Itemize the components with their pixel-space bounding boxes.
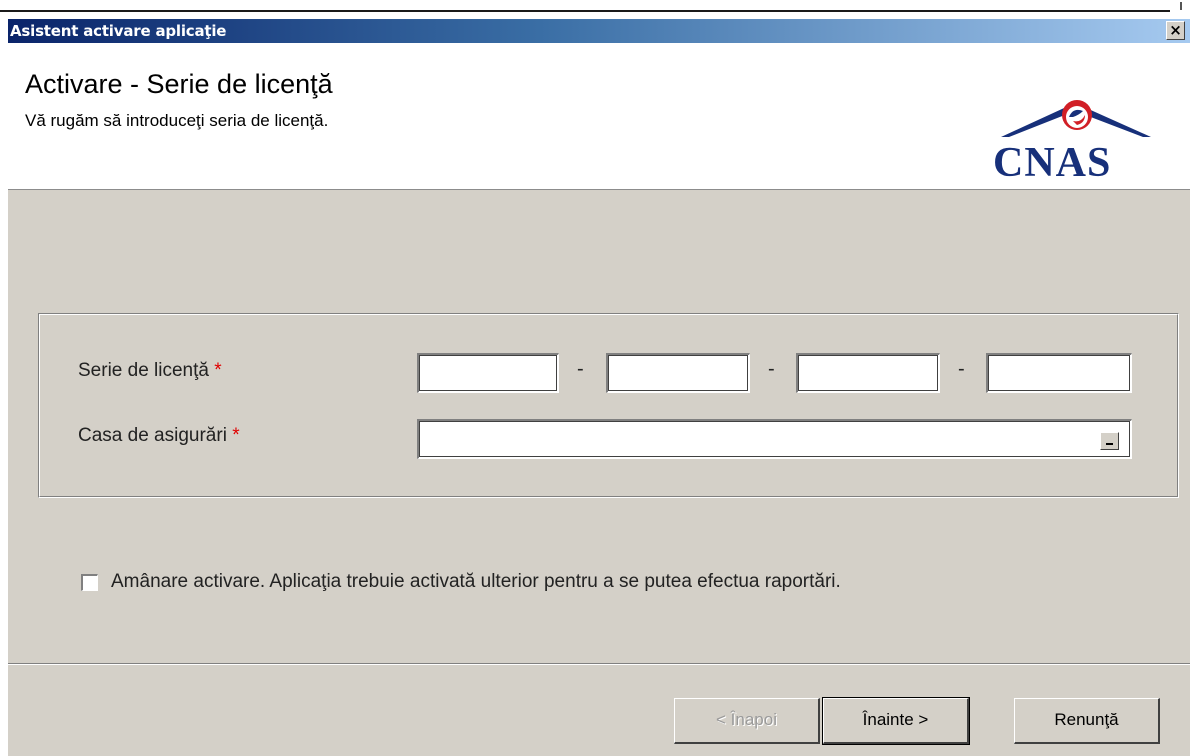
title-bar[interactable]: Asistent activare aplicaţie × xyxy=(8,19,1190,43)
casa-dropdown-button[interactable] xyxy=(1100,432,1119,450)
license-separator-3: - xyxy=(958,358,965,380)
close-icon: × xyxy=(1169,21,1182,39)
window-title: Asistent activare aplicaţie xyxy=(10,22,227,40)
license-field-1[interactable] xyxy=(417,353,559,393)
cancel-button-label: Renunţă xyxy=(1054,710,1119,729)
license-separator-2: - xyxy=(768,358,775,380)
license-label: Serie de licenţă * xyxy=(78,360,222,382)
dropdown-icon xyxy=(1106,443,1113,445)
footer-separator xyxy=(8,663,1190,665)
top-edge-line xyxy=(0,10,1170,12)
page-subtitle: Vă rugăm să introduceţi seria de licenţă… xyxy=(25,111,329,130)
activation-wizard-window: Asistent activare aplicaţie × Activare -… xyxy=(8,19,1190,756)
page-title: Activare - Serie de licenţă xyxy=(25,69,333,99)
defer-activation-checkbox[interactable] xyxy=(81,574,98,591)
license-field-4[interactable] xyxy=(986,353,1132,393)
casa-label: Casa de asigurări * xyxy=(78,425,240,447)
cnas-logo-icon xyxy=(1001,100,1151,137)
wizard-header: Activare - Serie de licenţă Vă rugăm să … xyxy=(8,43,1190,190)
casa-required-mark: * xyxy=(232,425,240,446)
group-box-inner-border xyxy=(39,314,1178,497)
cancel-button[interactable]: Renunţă xyxy=(1014,698,1160,744)
next-button-label: Înainte > xyxy=(862,710,929,729)
license-field-2[interactable] xyxy=(606,353,750,393)
license-label-text: Serie de licenţă xyxy=(78,360,209,381)
cnas-logo: CNAS xyxy=(993,87,1173,191)
casa-label-text: Casa de asigurări xyxy=(78,425,227,446)
license-separator-1: - xyxy=(577,358,584,380)
defer-activation-label: Amânare activare. Aplicaţia trebuie acti… xyxy=(111,571,841,592)
next-button[interactable]: Înainte > xyxy=(822,697,970,745)
license-group-box xyxy=(38,313,1179,498)
license-field-3[interactable] xyxy=(796,353,940,393)
back-button-label: < Înapoi xyxy=(716,710,777,729)
corner-mark xyxy=(1180,2,1182,10)
casa-select[interactable] xyxy=(417,419,1132,459)
back-button[interactable]: < Înapoi xyxy=(674,698,820,744)
close-button[interactable]: × xyxy=(1166,21,1185,40)
license-required-mark: * xyxy=(214,360,222,381)
logo-text: CNAS xyxy=(993,140,1112,186)
